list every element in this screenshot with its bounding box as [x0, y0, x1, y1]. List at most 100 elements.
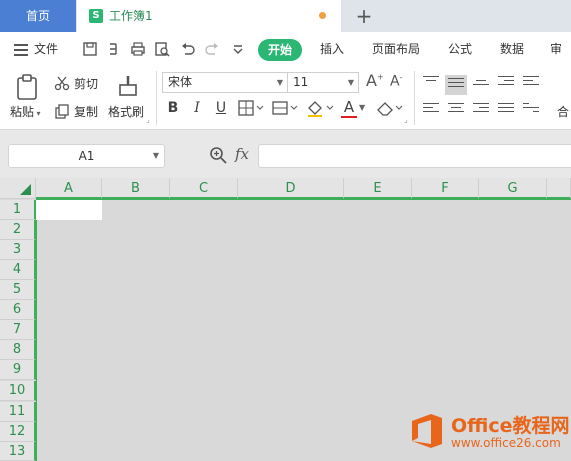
cell-style-icon[interactable]	[272, 100, 298, 116]
paste-label: 粘贴	[10, 105, 35, 119]
align-center-icon[interactable]	[448, 103, 464, 117]
row-header[interactable]: 10	[0, 381, 36, 401]
column-header[interactable]: D	[238, 178, 344, 199]
clipboard-group-launcher[interactable]: ⌟	[146, 115, 150, 124]
ribbon-divider	[156, 71, 157, 125]
paste-button[interactable]: 粘贴 ▾	[10, 103, 41, 120]
chevron-down-icon: ▼	[347, 78, 354, 87]
save-icon[interactable]	[82, 41, 98, 57]
font-name-select[interactable]: 宋体 ▼	[162, 72, 288, 93]
increase-font-icon[interactable]: A+	[366, 71, 384, 90]
decrease-indent-icon[interactable]	[498, 76, 514, 90]
menu-bar: 文件 开始 插入 页面布局 公式 数据 审阅	[0, 32, 571, 91]
new-tab-button[interactable]: +	[352, 0, 376, 32]
zoom-formula-icon[interactable]	[209, 146, 227, 164]
fill-color-icon[interactable]	[306, 100, 334, 118]
row-header[interactable]: 4	[0, 260, 36, 280]
row-header[interactable]: 9	[0, 360, 36, 380]
undo-icon[interactable]	[180, 41, 196, 57]
cut-button[interactable]: 剪切	[74, 75, 98, 92]
chevron-down-icon[interactable]: ▼	[359, 103, 365, 112]
select-all-button[interactable]	[0, 178, 36, 199]
file-menu[interactable]: 文件	[14, 32, 58, 67]
align-right-icon[interactable]	[473, 103, 489, 117]
align-left-icon[interactable]	[423, 103, 439, 117]
column-header[interactable]: G	[479, 178, 547, 199]
copy-icon	[55, 104, 69, 119]
file-menu-label: 文件	[34, 42, 59, 56]
name-box[interactable]: A1 ▼	[8, 144, 165, 168]
insert-function-button[interactable]: fx	[235, 145, 249, 163]
tab-formulas[interactable]: 公式	[448, 32, 472, 67]
borders-icon[interactable]	[238, 100, 264, 116]
column-header[interactable]	[547, 178, 571, 199]
workbook-title: 工作簿1	[109, 9, 153, 23]
cell-reference: A1	[78, 149, 95, 163]
export-icon[interactable]	[106, 41, 122, 57]
italic-button[interactable]: I	[188, 99, 206, 117]
row-header[interactable]: 3	[0, 240, 36, 260]
font-name-value: 宋体	[168, 75, 193, 89]
spreadsheet-icon: S	[89, 9, 103, 23]
unsaved-indicator	[319, 12, 326, 19]
row-header[interactable]: 1	[0, 200, 36, 220]
row-header[interactable]: 12	[0, 422, 36, 442]
formula-bar: A1 ▼ fx	[0, 131, 571, 178]
row-header[interactable]: 11	[0, 402, 36, 422]
home-tab[interactable]: 首页	[0, 0, 76, 32]
copy-button[interactable]: 复制	[74, 103, 98, 120]
align-bottom-icon[interactable]	[473, 80, 489, 94]
tab-review[interactable]: 审阅	[550, 32, 571, 91]
row-header[interactable]: 2	[0, 220, 36, 240]
chevron-down-icon: ▼	[276, 78, 283, 87]
ribbon-divider	[414, 71, 415, 125]
merge-center-button[interactable]: 合	[557, 103, 569, 120]
redo-icon[interactable]	[204, 41, 220, 57]
tab-home[interactable]: 开始	[258, 39, 303, 61]
tab-data[interactable]: 数据	[500, 32, 524, 67]
format-painter-icon[interactable]	[116, 73, 140, 99]
row-header[interactable]: 6	[0, 300, 36, 320]
format-painter-button[interactable]: 格式刷	[108, 103, 144, 120]
align-top-icon[interactable]	[423, 76, 439, 90]
font-color-icon[interactable]: A	[340, 98, 358, 116]
watermark: Office教程网 www.office26.com	[405, 409, 571, 453]
print-preview-icon[interactable]	[154, 41, 170, 57]
watermark-name: Office教程网	[451, 415, 570, 437]
column-header[interactable]: B	[102, 178, 170, 199]
paste-icon[interactable]	[14, 73, 42, 101]
column-header[interactable]: C	[170, 178, 238, 199]
workbook-tab[interactable]: S 工作簿1	[77, 0, 341, 32]
justify-icon[interactable]	[498, 103, 514, 117]
tab-page-layout[interactable]: 页面布局	[372, 32, 420, 67]
chevron-down-icon: ▼	[152, 151, 159, 160]
formula-input[interactable]	[258, 144, 571, 168]
active-cell[interactable]	[36, 200, 102, 220]
row-header[interactable]: 5	[0, 280, 36, 300]
tab-insert[interactable]: 插入	[320, 32, 344, 67]
font-size-select[interactable]: 11 ▼	[287, 72, 359, 93]
font-size-value: 11	[293, 75, 309, 89]
select-all-triangle-icon	[20, 184, 31, 195]
hamburger-icon	[14, 41, 28, 59]
underline-button[interactable]: U	[212, 99, 230, 117]
row-header[interactable]: 8	[0, 340, 36, 360]
decrease-font-icon[interactable]: A-	[390, 73, 402, 90]
font-group-launcher[interactable]: ⌟	[404, 115, 408, 124]
title-tab-bar: 首页 S 工作簿1 +	[0, 0, 571, 32]
scissors-icon	[54, 76, 70, 91]
align-middle-icon[interactable]	[445, 75, 467, 95]
watermark-url: www.office26.com	[451, 436, 561, 450]
increase-indent-icon[interactable]	[523, 76, 539, 90]
customize-toolbar-icon[interactable]	[230, 41, 246, 57]
office-logo-icon	[412, 414, 442, 448]
column-header[interactable]: F	[412, 178, 479, 199]
distributed-align-icon[interactable]	[523, 103, 539, 117]
bold-button[interactable]: B	[164, 99, 182, 117]
eraser-icon[interactable]	[374, 100, 404, 118]
row-header[interactable]: 7	[0, 320, 36, 340]
print-icon[interactable]	[130, 41, 146, 57]
row-header[interactable]: 13	[0, 442, 36, 461]
column-header[interactable]: E	[344, 178, 412, 199]
column-header[interactable]: A	[36, 178, 102, 199]
